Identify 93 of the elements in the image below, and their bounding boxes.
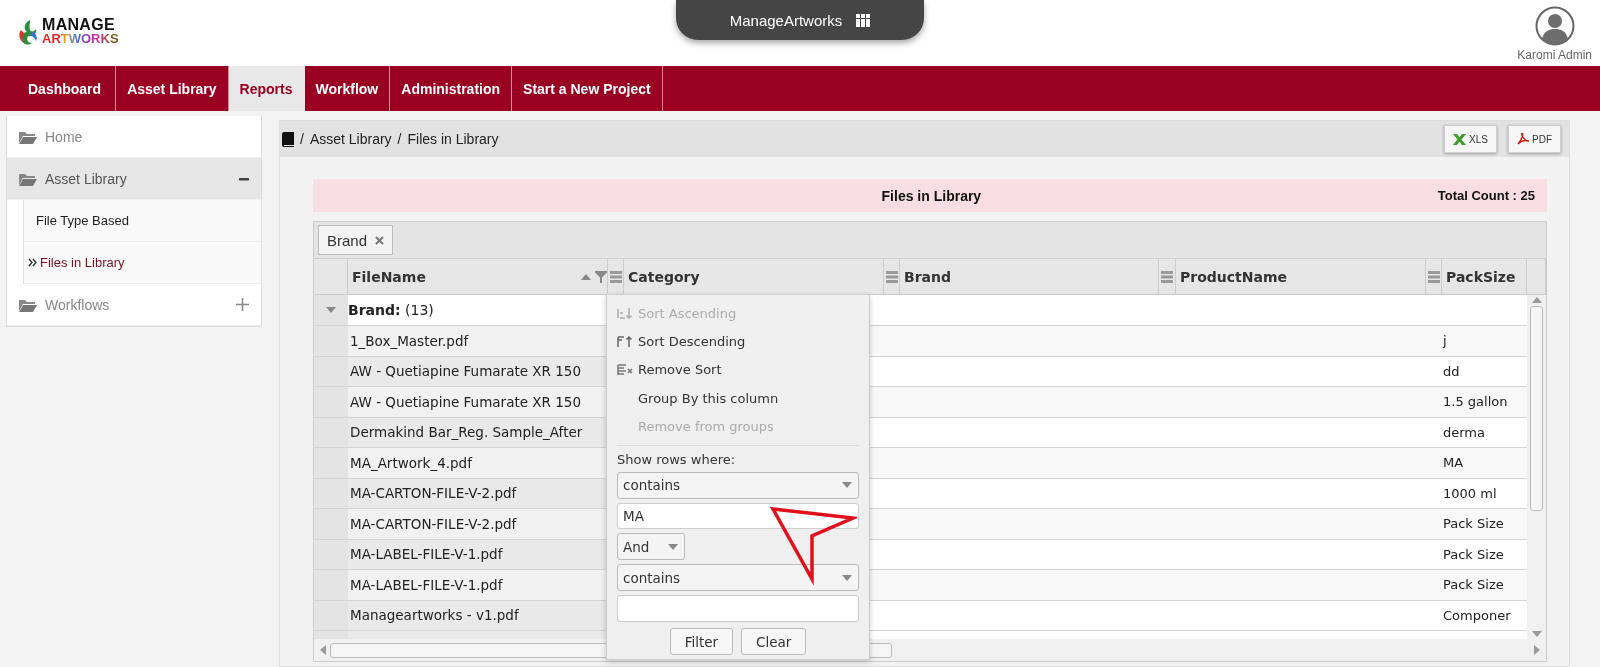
sort-descending-icon (617, 335, 633, 348)
user-name: Karomi Admin (1517, 48, 1592, 62)
table-cell: Pack Size (1442, 509, 1527, 539)
column-header[interactable]: Brand (900, 259, 1159, 294)
logo-icon (18, 18, 40, 46)
folder-icon (19, 171, 37, 186)
report-title: Files in Library (880, 187, 983, 204)
nav-tab[interactable]: Asset Library (116, 66, 229, 111)
row-header (314, 478, 348, 508)
scroll-left-icon[interactable] (320, 645, 326, 655)
table-cell: Manageartworks - v1.pdf (348, 600, 608, 630)
operator-dropdown[interactable]: contains (617, 564, 859, 592)
table-cell: Pack Size (1442, 570, 1527, 600)
menu-icon[interactable] (1427, 270, 1440, 283)
table-cell: j (1442, 326, 1527, 356)
table-cell: Dermakind Bar_Reg. Sample_After (348, 417, 608, 447)
breadcrumb-separator: / (300, 131, 304, 147)
sidebar-item[interactable]: Asset Library (7, 158, 261, 200)
filter-icon[interactable] (595, 270, 607, 283)
group-chip[interactable]: Brand (318, 225, 394, 255)
book-icon (282, 131, 294, 147)
menu-item[interactable]: Group By this column (617, 384, 859, 413)
total-count: Total Count : 25 (1437, 188, 1535, 203)
table-cell: MA-LABEL-FILE-V-1.pdf (348, 570, 608, 600)
logo-text: MANAGE (42, 18, 116, 32)
user-avatar-icon[interactable] (1534, 6, 1575, 46)
scroll-right-icon[interactable] (1534, 645, 1540, 655)
nav-tab[interactable]: Workflow (304, 66, 391, 111)
remove-sort-icon (617, 363, 633, 376)
expand-icon[interactable] (236, 298, 249, 311)
operator-dropdown[interactable]: contains (617, 471, 859, 499)
app-switcher[interactable]: ManageArtworks (676, 0, 924, 40)
scroll-down-icon[interactable] (1531, 631, 1542, 637)
sort-up-icon (581, 273, 591, 280)
row-header (314, 570, 348, 600)
export-button[interactable]: XLS (1444, 125, 1497, 153)
sort-ascending-icon (617, 307, 633, 320)
row-header (314, 539, 348, 569)
breadcrumb-item[interactable]: Asset Library (309, 131, 392, 147)
sidebar-subitem[interactable]: Files in Library (23, 242, 261, 284)
filter-label: Show rows where: (617, 451, 737, 467)
menu-item[interactable]: Sort Descending (617, 327, 859, 356)
row-header (314, 356, 348, 386)
sidebar-subitem[interactable]: File Type Based (23, 200, 261, 242)
filter-button[interactable]: Clear (741, 628, 807, 655)
caret-down-icon[interactable] (326, 307, 336, 313)
filter-button[interactable]: Filter (669, 628, 734, 655)
nav-tab[interactable]: Start a New Project (512, 66, 663, 111)
breadcrumb-separator: / (397, 131, 402, 147)
caret-icon (668, 543, 678, 550)
caret-icon (842, 574, 852, 581)
menu-icon[interactable] (609, 270, 622, 283)
export-button[interactable]: PDF (1508, 125, 1561, 153)
grid-icon (856, 13, 871, 27)
nav-tab[interactable]: Dashboard (0, 66, 117, 111)
folder-icon (19, 129, 37, 144)
table-cell: MA-CARTON-FILE-V-2.pdf (348, 478, 608, 508)
table-cell: MA-CARTON-FILE-V-2.pdf (348, 509, 608, 539)
nav-tab[interactable]: Administration (390, 66, 513, 111)
menu-icon[interactable] (885, 270, 898, 283)
filter-input[interactable]: MA (617, 502, 859, 530)
table-cell: 1.5 gallon (1442, 387, 1527, 417)
column-header[interactable]: PackSize (1442, 259, 1527, 294)
table-cell: AW - Quetiapine Fumarate XR 150 (348, 387, 608, 417)
group-row-label[interactable]: Brand: (13) (348, 302, 434, 318)
double-chevron-icon (28, 258, 38, 267)
sidebar-item[interactable]: Workflows (7, 284, 261, 326)
folder-icon (19, 297, 37, 312)
collapse-icon[interactable] (239, 176, 249, 181)
menu-icon[interactable] (1161, 270, 1173, 283)
excel-icon (1453, 133, 1467, 145)
table-cell: MA_Artwork_4.pdf (348, 448, 608, 478)
table-cell: MA (1442, 448, 1527, 478)
table-cell: 1_Box_Master.pdf (348, 326, 608, 356)
filter-input[interactable] (617, 595, 859, 622)
breadcrumb-item: Files in Library (407, 131, 499, 147)
caret-icon (842, 482, 852, 489)
column-header[interactable]: FileName (348, 259, 608, 294)
close-icon[interactable] (375, 235, 385, 245)
table-cell: AW - Quetiapine Fumarate XR 150 (348, 356, 608, 386)
row-header (314, 417, 348, 447)
row-header (314, 448, 348, 478)
nav-tab[interactable]: Reports (228, 66, 305, 111)
row-header (314, 387, 348, 417)
scroll-up-icon[interactable] (1531, 297, 1542, 303)
logo-text: ARTWORKS (42, 32, 119, 46)
pdf-icon (1517, 133, 1529, 145)
logic-dropdown[interactable]: And (617, 533, 685, 561)
menu-item[interactable]: Remove Sort (617, 355, 859, 385)
vertical-scrollbar[interactable] (1527, 295, 1546, 639)
row-header (314, 509, 348, 539)
table-cell: MA-LABEL-FILE-V-1.pdf (348, 539, 608, 569)
column-header[interactable]: ProductName (1176, 259, 1426, 294)
